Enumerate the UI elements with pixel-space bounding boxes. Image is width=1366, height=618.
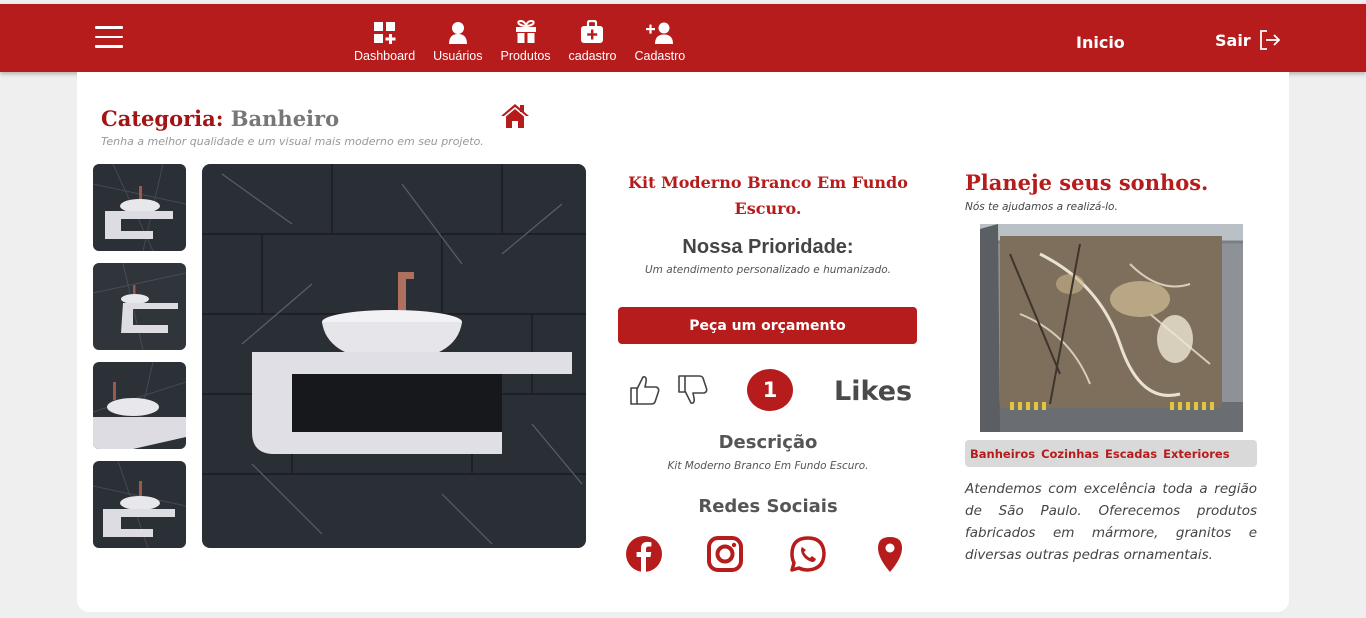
aside-subtitle: Nós te ajudamos a realizá-lo. bbox=[965, 201, 1118, 213]
user-icon bbox=[448, 14, 468, 44]
nav-label: Cadastro bbox=[634, 49, 686, 63]
product-title: Kit Moderno Branco Em Fundo Escuro. bbox=[628, 173, 908, 218]
nav-item-produtos[interactable]: Produtos bbox=[500, 14, 551, 63]
category-links-bar: Banheiros Cozinhas Escadas Exteriores bbox=[965, 440, 1257, 467]
logout-button[interactable]: Sair bbox=[1215, 30, 1281, 50]
nav-label: cadastro bbox=[568, 49, 617, 63]
priority-text: Um atendimento personalizado e humanizad… bbox=[644, 264, 892, 276]
aside-title: Planeje seus sonhos. bbox=[965, 170, 1209, 195]
category-value: Banheiro bbox=[230, 106, 340, 131]
nav-inicio-link[interactable]: Inicio bbox=[1076, 33, 1125, 52]
location-pin-icon[interactable] bbox=[873, 535, 907, 573]
nav-item-dashboard[interactable]: Dashboard bbox=[354, 14, 415, 63]
product-thumbnail[interactable] bbox=[93, 362, 186, 449]
description-heading: Descrição bbox=[718, 432, 818, 453]
logout-icon bbox=[1259, 30, 1280, 50]
category-subtitle: Tenha a melhor qualidade e um visual mai… bbox=[101, 135, 484, 148]
category-link-escadas[interactable]: Escadas bbox=[1105, 447, 1157, 461]
social-heading: Redes Sociais bbox=[698, 496, 838, 517]
category-label: Categoria: bbox=[101, 106, 224, 131]
nav-label: Usuários bbox=[433, 49, 483, 63]
nav-label: Dashboard bbox=[354, 49, 416, 63]
nav-item-cadastro-user[interactable]: Cadastro bbox=[634, 14, 685, 63]
priority-heading: Nossa Prioridade: bbox=[682, 236, 854, 258]
request-quote-button[interactable]: Peça um orçamento bbox=[618, 307, 917, 344]
marble-slab-image bbox=[980, 224, 1243, 432]
likes-count-badge: 1 bbox=[747, 369, 793, 411]
nav-item-cadastro[interactable]: cadastro bbox=[568, 14, 617, 63]
about-text: Atendemos com excelência toda a região d… bbox=[965, 481, 1257, 563]
category-title: Categoria: Banheiro bbox=[101, 106, 339, 131]
category-link-exteriores[interactable]: Exteriores bbox=[1163, 447, 1229, 461]
menu-icon[interactable] bbox=[95, 26, 123, 48]
user-plus-icon bbox=[645, 14, 675, 44]
home-icon[interactable] bbox=[500, 103, 530, 129]
nav-item-usuarios[interactable]: Usuários bbox=[433, 14, 482, 63]
instagram-icon[interactable] bbox=[706, 535, 744, 573]
nav-label: Produtos bbox=[500, 49, 551, 63]
thumbs-down-icon[interactable] bbox=[676, 373, 710, 407]
whatsapp-icon[interactable] bbox=[789, 535, 827, 573]
product-main-image bbox=[202, 164, 586, 548]
top-navbar: Dashboard Usuários Produtos cadastro Cad… bbox=[0, 4, 1366, 72]
medical-bag-icon bbox=[581, 14, 604, 44]
product-thumbnail[interactable] bbox=[93, 164, 186, 251]
dashboard-add-icon bbox=[373, 14, 396, 44]
gift-icon bbox=[515, 14, 537, 44]
product-thumbnail[interactable] bbox=[93, 461, 186, 548]
category-link-banheiros[interactable]: Banheiros bbox=[970, 447, 1035, 461]
nav-items: Dashboard Usuários Produtos cadastro Cad… bbox=[354, 14, 703, 63]
facebook-icon[interactable] bbox=[625, 535, 663, 573]
thumbs-up-icon[interactable] bbox=[628, 373, 662, 407]
likes-label: Likes bbox=[834, 376, 913, 407]
product-thumbnail[interactable] bbox=[93, 263, 186, 350]
logout-label: Sair bbox=[1215, 30, 1251, 50]
description-text: Kit Moderno Branco Em Fundo Escuro. bbox=[667, 460, 869, 472]
category-link-cozinhas[interactable]: Cozinhas bbox=[1041, 447, 1099, 461]
